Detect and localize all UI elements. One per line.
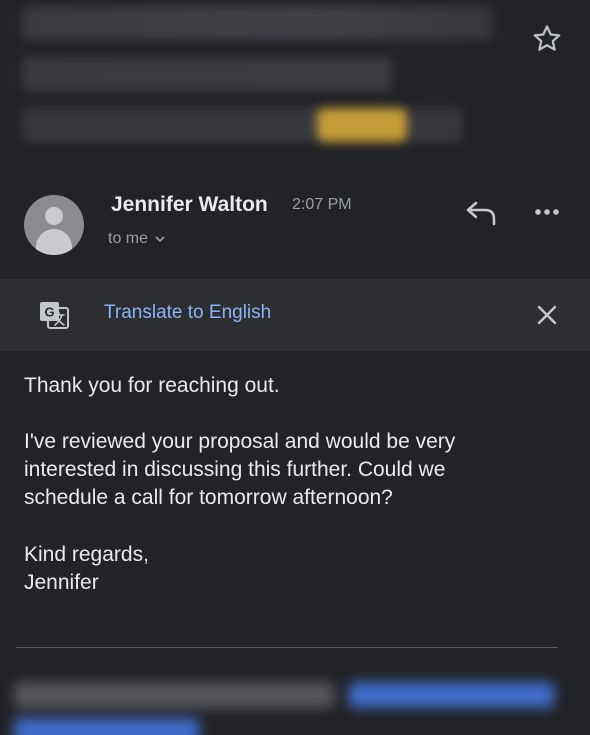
email-view: Jennifer Walton 2:07 PM to me G Translat… xyxy=(0,0,590,735)
message-signature: Kind regards, Jennifer xyxy=(24,543,149,594)
google-translate-icon: G xyxy=(40,302,69,329)
subject-line xyxy=(22,57,392,91)
recipient-details-toggle[interactable]: to me xyxy=(108,230,166,248)
message-paragraph: I've reviewed your proposal and would be… xyxy=(24,430,456,509)
more-horizontal-icon[interactable] xyxy=(533,200,563,224)
svg-text:G: G xyxy=(44,305,54,320)
star-icon[interactable] xyxy=(530,22,564,56)
label-badge xyxy=(317,108,407,142)
subject-blurred xyxy=(22,6,502,159)
chevron-down-icon xyxy=(155,236,165,242)
subject-line xyxy=(22,6,492,40)
message-paragraph: Thank you for reaching out. xyxy=(24,374,280,397)
divider xyxy=(16,647,558,648)
footer-text xyxy=(14,682,334,708)
translate-link[interactable]: Translate to English xyxy=(104,302,271,324)
translate-banner: G Translate to English xyxy=(0,279,590,351)
reply-icon[interactable] xyxy=(463,198,501,228)
footer-link xyxy=(14,718,199,735)
avatar-body xyxy=(36,229,72,255)
avatar[interactable] xyxy=(24,195,84,255)
sender-name[interactable]: Jennifer Walton xyxy=(111,193,268,217)
subject-line xyxy=(22,108,462,142)
recipient-label: to me xyxy=(108,230,149,247)
footer-link xyxy=(349,682,554,708)
sent-time: 2:07 PM xyxy=(292,196,352,213)
avatar-head xyxy=(45,207,63,225)
close-icon[interactable] xyxy=(534,302,560,328)
footer-blurred xyxy=(14,678,574,735)
